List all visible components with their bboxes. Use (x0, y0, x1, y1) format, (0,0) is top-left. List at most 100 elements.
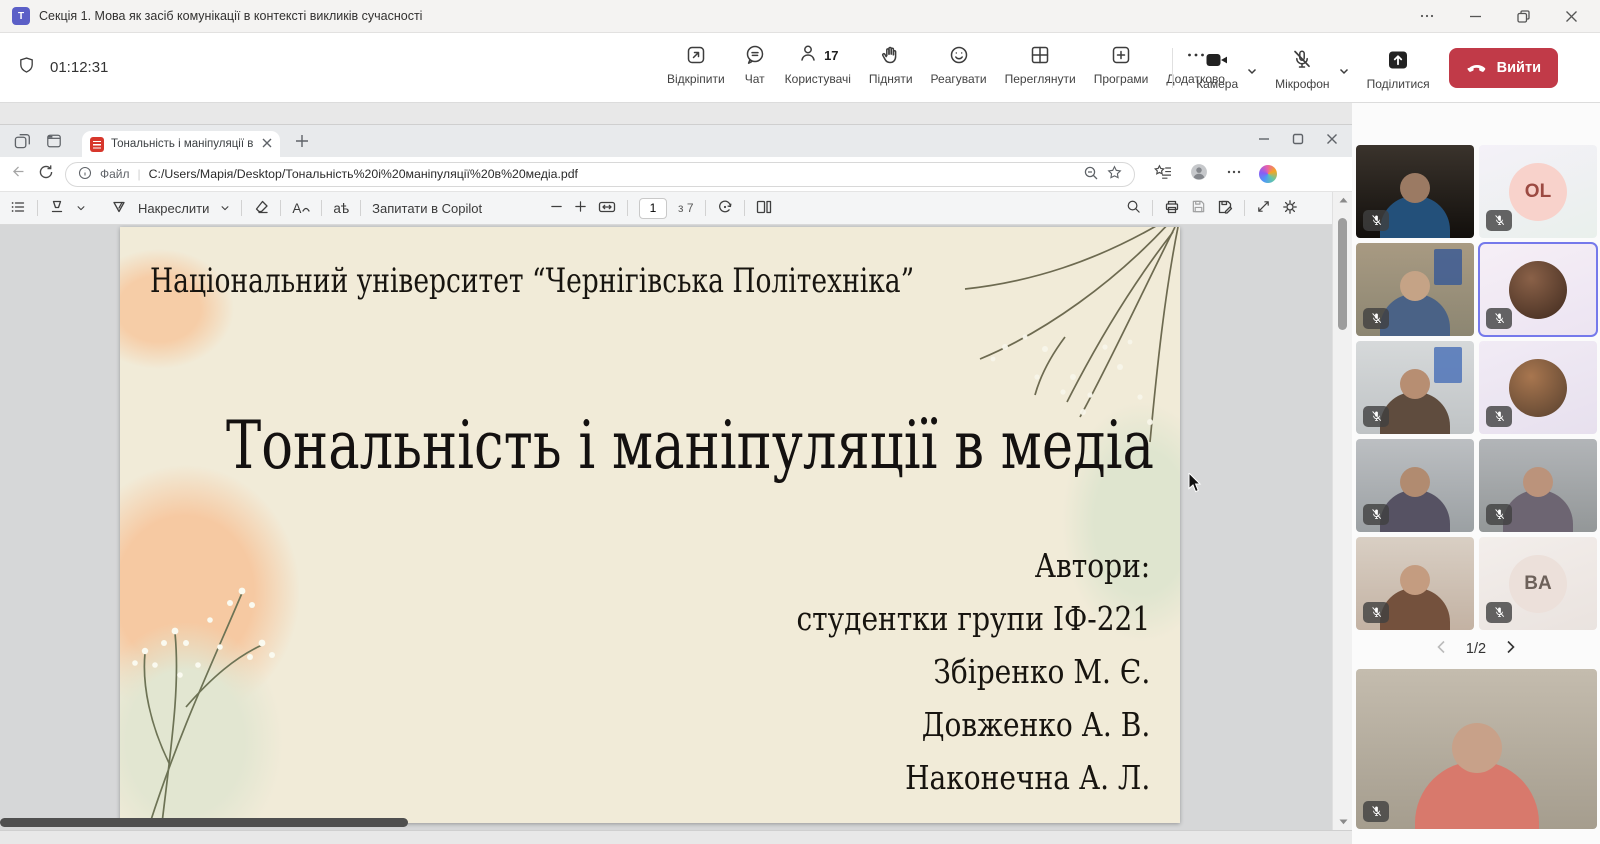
pdf-vertical-scrollbar[interactable] (1332, 192, 1352, 830)
avatar (1509, 261, 1567, 319)
mic-muted-icon (1363, 801, 1389, 822)
tab-close-icon[interactable] (262, 135, 272, 153)
participant-tile[interactable]: BA (1479, 537, 1597, 630)
profile-avatar-icon[interactable] (1189, 162, 1209, 187)
titlebar-more-button[interactable] (1410, 2, 1444, 30)
browser-tab[interactable]: Тональність і маніпуляції в мед (82, 131, 280, 157)
author-line: Збіренко М. Є. (796, 645, 1150, 698)
apps-plus-icon (1109, 42, 1133, 68)
participant-tile[interactable] (1479, 243, 1597, 336)
scroll-down-icon[interactable] (1333, 819, 1353, 825)
pdf-settings-gear-icon[interactable] (1282, 199, 1298, 218)
apps-button[interactable]: Програми (1087, 42, 1156, 86)
ask-copilot-button[interactable]: Запитати в Copilot (372, 201, 482, 216)
slide-university-line: Національний університет “Чернігівська П… (150, 261, 914, 301)
favorites-list-icon[interactable] (1154, 164, 1172, 185)
info-icon[interactable] (78, 166, 92, 183)
highlighter-icon[interactable] (49, 199, 65, 218)
raise-hand-button[interactable]: Підняти (862, 42, 920, 86)
view-button[interactable]: Переглянути (998, 42, 1083, 86)
scroll-up-icon[interactable] (1333, 197, 1353, 203)
zoom-out-icon[interactable] (1083, 165, 1099, 184)
restore-button[interactable] (1506, 2, 1540, 30)
participants-button[interactable]: 17 Користувачі (778, 42, 858, 86)
page-number-input[interactable] (639, 198, 667, 219)
tab-actions-icon[interactable] (42, 129, 66, 153)
horizontal-scrollbar-thumb[interactable] (0, 818, 408, 827)
draw-pen-icon[interactable] (111, 199, 127, 218)
mic-muted-icon (1486, 308, 1512, 329)
mic-muted-icon (1363, 602, 1389, 623)
meeting-timer: 01:12:31 (50, 59, 108, 76)
favorite-star-icon[interactable] (1107, 165, 1122, 183)
draw-label[interactable]: Накреслити (138, 201, 209, 216)
minimize-button[interactable] (1458, 2, 1492, 30)
participant-tile[interactable] (1356, 243, 1474, 336)
fit-width-icon[interactable] (598, 200, 616, 217)
read-aloud-button[interactable]: A (292, 201, 310, 216)
refresh-icon[interactable] (38, 164, 54, 185)
page-view-icon[interactable] (756, 199, 772, 218)
search-icon[interactable] (1126, 199, 1141, 217)
avatar: OL (1509, 163, 1567, 221)
close-button[interactable] (1554, 2, 1588, 30)
gallery-page-label: 1/2 (1466, 641, 1486, 657)
camera-icon (1204, 47, 1230, 73)
copilot-icon[interactable] (1259, 165, 1277, 183)
fullscreen-icon[interactable] (1256, 199, 1271, 217)
react-smiley-icon (947, 42, 971, 68)
text-tool-button[interactable]: аѣ (333, 201, 349, 216)
share-button[interactable]: Поділитися (1360, 47, 1437, 91)
participant-silhouette (1400, 467, 1430, 497)
chat-button[interactable]: Чат (736, 42, 774, 86)
camera-button[interactable]: Камера (1189, 47, 1245, 91)
mic-muted-icon (1363, 210, 1389, 231)
tab-title: Тональність і маніпуляції в мед (111, 138, 255, 150)
zoom-in-button[interactable] (574, 200, 587, 216)
rotate-icon[interactable] (717, 199, 733, 218)
draw-chevron-icon[interactable] (220, 201, 230, 216)
zoom-out-button[interactable] (550, 200, 563, 216)
microphone-button[interactable]: Мікрофон (1268, 47, 1336, 91)
background-detail (1434, 249, 1462, 285)
unpin-button[interactable]: Відкріпити (660, 42, 732, 86)
save-as-icon[interactable] (1217, 199, 1233, 218)
workspaces-icon[interactable] (10, 129, 34, 153)
participant-tile[interactable] (1356, 145, 1474, 238)
vertical-scrollbar-thumb[interactable] (1338, 218, 1347, 330)
participant-tile[interactable]: OL (1479, 145, 1597, 238)
react-button[interactable]: Реагувати (924, 42, 994, 86)
browser-maximize-icon[interactable] (1292, 132, 1304, 150)
browser-minimize-icon[interactable] (1258, 132, 1270, 150)
background-detail (1434, 347, 1462, 383)
participant-tile[interactable] (1356, 669, 1597, 829)
participant-tile[interactable] (1356, 537, 1474, 630)
eraser-icon[interactable] (253, 199, 269, 218)
print-icon[interactable] (1164, 199, 1180, 218)
authors-heading: Автори: (796, 539, 1150, 592)
participants-sidebar: OL BA 1/2 (1352, 103, 1600, 844)
gallery-next-icon[interactable] (1506, 640, 1516, 658)
back-icon[interactable] (10, 163, 27, 185)
camera-chevron-icon[interactable] (1245, 47, 1268, 82)
address-bar[interactable]: Файл | C:/Users/Марія/Desktop/Тональніст… (65, 162, 1135, 187)
participant-tile[interactable] (1479, 341, 1597, 434)
participant-tile[interactable] (1356, 439, 1474, 532)
microphone-chevron-icon[interactable] (1337, 47, 1360, 82)
participant-tile[interactable] (1356, 341, 1474, 434)
meeting-title: Секція 1. Мова як засіб комунікації в ко… (39, 9, 422, 23)
slide-title: Тональність і маніпуляції в медіа (226, 407, 1074, 484)
leave-button[interactable]: Вийти (1449, 48, 1558, 88)
highlighter-chevron-icon[interactable] (76, 201, 86, 216)
mic-muted-icon (1363, 504, 1389, 525)
participant-tile[interactable] (1479, 439, 1597, 532)
gallery-prev-icon[interactable] (1436, 640, 1446, 658)
presentation-slide: Національний університет “Чернігівська П… (120, 227, 1180, 823)
browser-close-icon[interactable] (1326, 132, 1338, 150)
new-tab-icon[interactable] (290, 129, 314, 153)
browser-settings-icon[interactable] (1226, 164, 1242, 185)
privacy-shield-icon (16, 55, 37, 80)
mic-muted-icon (1486, 602, 1512, 623)
toc-icon[interactable] (10, 199, 26, 218)
page-count-label: з 7 (678, 201, 694, 215)
